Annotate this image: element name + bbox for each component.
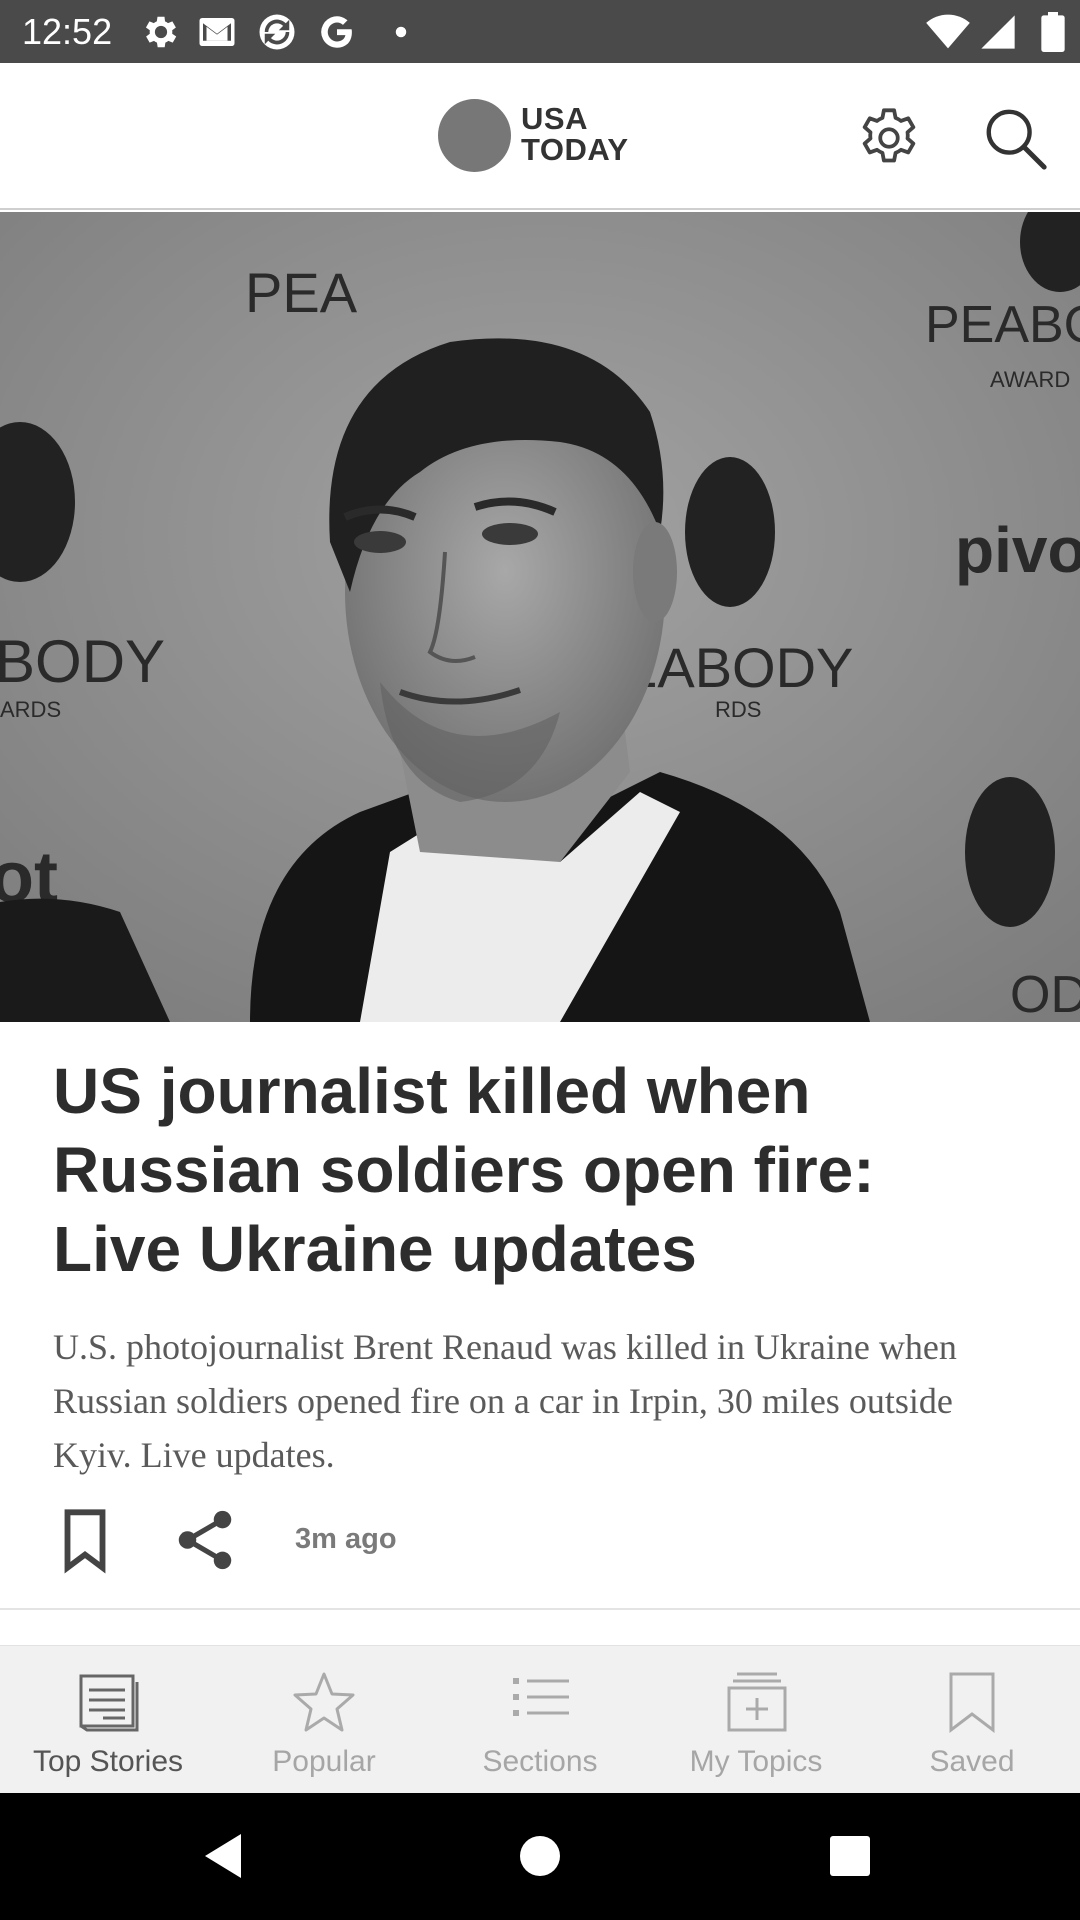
bookmark-icon <box>949 1672 995 1734</box>
hero-image[interactable]: PEA PEABO AWARD pivo BODY ARDS EABODY RD… <box>0 212 1080 1022</box>
usa-today-logo-text: USA TODAY <box>521 103 671 165</box>
status-time: 12:52 <box>22 11 113 52</box>
add-topic-icon <box>727 1672 787 1732</box>
gear-icon <box>862 108 916 163</box>
backdrop-word: ARDS <box>0 697 61 722</box>
backdrop-word: AWARD <box>990 367 1070 392</box>
sync-app-icon <box>259 14 295 50</box>
top-stories-icon <box>79 1674 139 1732</box>
backdrop-word: pivo <box>955 514 1080 586</box>
article-summary[interactable]: U.S. photojournalist Brent Renaud was ki… <box>53 1320 1013 1482</box>
logo-line-2: TODAY <box>521 132 629 167</box>
backdrop-word: BODY <box>0 628 165 695</box>
bottom-navigation: Top Stories Popular Sections My Topics S… <box>0 1645 1080 1793</box>
star-icon <box>293 1672 355 1732</box>
save-article-button[interactable] <box>50 1505 120 1575</box>
bookmark-icon <box>64 1509 106 1574</box>
back-icon <box>205 1834 241 1878</box>
article-timestamp: 3m ago <box>295 1523 397 1555</box>
tab-label: My Topics <box>689 1745 823 1778</box>
list-icon <box>513 1678 569 1716</box>
recents-icon <box>830 1836 870 1876</box>
article-divider <box>0 1608 1080 1610</box>
system-navigation-bar <box>0 1793 1080 1920</box>
tab-my-topics[interactable]: My Topics <box>648 1646 864 1794</box>
signal-icon <box>981 15 1015 49</box>
tab-label: Popular <box>272 1745 376 1778</box>
usa-today-logo-circle <box>438 99 511 172</box>
article-actions: 3m ago <box>0 1505 1080 1575</box>
article-headline[interactable]: US journalist killed when Russian soldie… <box>53 1052 1013 1289</box>
backdrop-word: PEABO <box>925 296 1080 354</box>
backdrop-word: OD <box>1010 966 1080 1022</box>
home-button[interactable] <box>510 1826 570 1886</box>
tab-saved[interactable]: Saved <box>864 1646 1080 1794</box>
search-button[interactable] <box>980 103 1050 173</box>
gmail-icon <box>199 18 235 46</box>
tab-label: Saved <box>929 1745 1015 1778</box>
tab-label: Top Stories <box>32 1745 184 1778</box>
settings-button[interactable] <box>854 103 924 173</box>
tab-popular[interactable]: Popular <box>216 1646 432 1794</box>
dot-icon <box>395 26 407 38</box>
tab-label: Sections <box>482 1745 598 1778</box>
tab-sections[interactable]: Sections <box>432 1646 648 1794</box>
wifi-icon <box>926 14 970 49</box>
backdrop-word: PEA <box>245 261 358 324</box>
share-article-button[interactable] <box>170 1505 240 1575</box>
search-icon <box>986 109 1047 170</box>
home-icon <box>520 1836 560 1876</box>
share-icon <box>178 1510 232 1570</box>
battery-icon <box>1041 12 1065 52</box>
recents-button[interactable] <box>820 1826 880 1886</box>
google-icon <box>321 16 352 48</box>
logo-line-1: USA <box>521 101 588 136</box>
backdrop-word: RDS <box>715 697 761 722</box>
status-bar: 12:52 <box>0 0 1080 63</box>
hero-photo: PEA PEABO AWARD pivo BODY ARDS EABODY RD… <box>0 212 1080 1022</box>
back-button[interactable] <box>195 1826 255 1886</box>
settings-icon <box>145 16 177 48</box>
tab-top-stories[interactable]: Top Stories <box>0 1646 216 1794</box>
app-header: USA TODAY <box>0 63 1080 210</box>
